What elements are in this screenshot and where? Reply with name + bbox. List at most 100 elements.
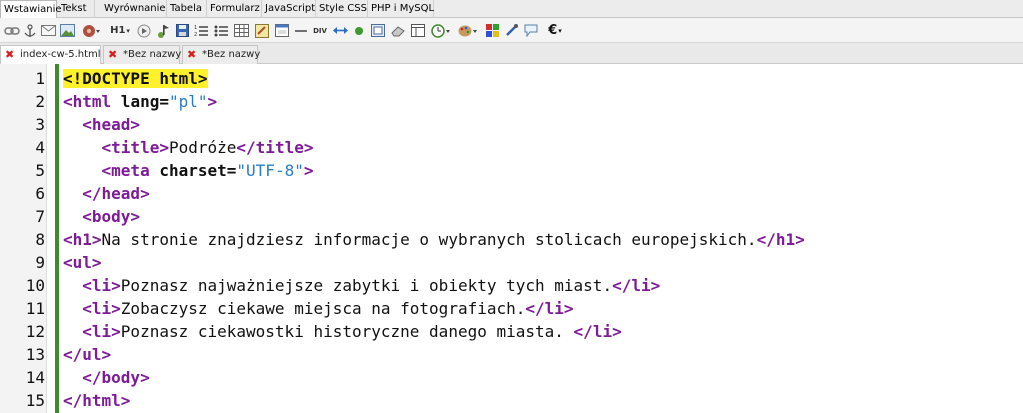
tag-token: </html> (63, 391, 131, 410)
save-icon[interactable] (175, 22, 189, 39)
tag-token: </body> (82, 368, 150, 387)
code-line-12: <li>Poznasz ciekawostki historyczne dane… (63, 320, 622, 343)
tag-token: <ul> (63, 253, 102, 272)
doctype-token: <!DOCTYPE html> (63, 69, 208, 88)
attribute-token: charset= (149, 161, 237, 180)
div-label: DIV (313, 26, 327, 35)
eraser-icon[interactable] (390, 22, 405, 39)
heading-button[interactable]: H1 ▾ (108, 22, 132, 39)
line-number: 13 (25, 345, 45, 364)
tab-wyrownanie[interactable]: Wyrównanie (101, 0, 167, 18)
arrows-icon[interactable] (332, 22, 348, 39)
frame-icon[interactable] (370, 22, 385, 39)
line-number: 6 (35, 184, 45, 203)
code-line-11: <li>Zobaczysz ciekawe miejsca na fotogra… (63, 297, 573, 320)
tag-token: > (207, 92, 218, 111)
svg-text:2: 2 (194, 32, 197, 37)
tab-formularz[interactable]: Formularz (207, 0, 262, 18)
tag-token: </title> (236, 138, 314, 157)
code-line-1: <!DOCTYPE html> (63, 67, 208, 90)
palette-icon[interactable] (457, 22, 479, 39)
svg-text:1: 1 (194, 25, 197, 31)
tab-wstawianie[interactable]: Wstawianie (0, 0, 62, 19)
code-line-4: <title>Podróże</title> (63, 136, 314, 159)
dialog-icon[interactable] (274, 22, 289, 39)
tag-token: </head> (82, 184, 150, 203)
tag-token: <h1> (63, 230, 102, 249)
eyedropper-icon[interactable] (504, 22, 518, 39)
line-number: 11 (25, 299, 45, 318)
close-icon[interactable]: ✖ (108, 46, 117, 64)
comment-icon[interactable] (523, 22, 538, 39)
green-dot-icon[interactable] (353, 22, 365, 39)
document-tab-label: *Bez nazwy (202, 49, 261, 60)
color-grid-icon[interactable] (485, 22, 499, 39)
euro-label: € (548, 23, 558, 38)
tab-tabela[interactable]: Tabela (167, 0, 207, 18)
window-icon[interactable] (410, 22, 425, 39)
tag-token: <li> (82, 322, 121, 341)
line-number: 10 (25, 276, 45, 295)
link-icon[interactable] (4, 22, 20, 39)
line-number: 12 (25, 322, 45, 341)
play-icon[interactable] (136, 22, 151, 39)
document-tab[interactable]: ✖ *Bez nazwy (103, 45, 181, 64)
line-number: 1 (35, 69, 45, 88)
document-tab-label: index-cw-5.html (20, 49, 101, 60)
document-tab-active[interactable]: ✖ index-cw-5.html (0, 45, 101, 64)
code-editor[interactable]: 1 2 3 4 5 6 7 8 9 10 11 12 13 14 15 <!DO… (0, 64, 1023, 413)
line-number: 14 (25, 368, 45, 387)
media-icon[interactable] (80, 22, 102, 39)
tag-token: <head> (82, 115, 141, 134)
tab-style-css[interactable]: Style CSS (316, 0, 368, 18)
ordered-list-icon[interactable]: 12 (193, 22, 208, 39)
email-icon[interactable] (40, 22, 56, 39)
tag-token: <meta (101, 161, 150, 180)
tab-tekst[interactable]: Tekst (58, 0, 95, 18)
document-tab[interactable]: ✖ *Bez nazwy (182, 45, 261, 64)
clock-icon[interactable] (430, 22, 452, 39)
unordered-list-icon[interactable] (213, 22, 228, 39)
euro-button[interactable]: € ▾ (543, 22, 567, 39)
music-icon[interactable] (156, 22, 170, 39)
code-line-15: </html> (63, 389, 130, 412)
horizontal-rule-icon[interactable] (294, 22, 307, 39)
heading-label: H1 (110, 25, 126, 36)
tab-php-mysql[interactable]: PHP i MySQL (368, 0, 434, 18)
document-tab-bar: ✖ index-cw-5.html ✖ *Bez nazwy ✖ *Bez na… (0, 43, 1023, 64)
text-token: Na stronie znajdziesz informacje o wybra… (101, 230, 757, 249)
tag-token: </h1> (756, 230, 805, 249)
attribute-token: lang= (111, 92, 169, 111)
code-line-14: </body> (63, 366, 150, 389)
tag-token: </li> (573, 322, 622, 341)
line-number: 3 (35, 115, 45, 134)
code-line-3: <head> (63, 113, 140, 136)
anchor-icon[interactable] (23, 22, 37, 39)
value-token: "UTF-8" (236, 161, 304, 180)
close-icon[interactable]: ✖ (5, 46, 14, 64)
tag-token: </ul> (63, 345, 112, 364)
code-line-13: </ul> (63, 343, 111, 366)
tag-token: <body> (82, 207, 141, 226)
value-token: "pl" (168, 92, 208, 111)
tag-token: <html (63, 92, 112, 111)
toolbar: H1 ▾ 12 DIV € ▾ (0, 18, 1023, 43)
line-number: 5 (35, 161, 45, 180)
line-number: 2 (35, 92, 45, 111)
close-icon[interactable]: ✖ (187, 46, 196, 64)
text-token: Poznasz najważniejsze zabytki i obiekty … (120, 276, 613, 295)
div-button[interactable]: DIV (312, 22, 328, 39)
tag-token: <title> (101, 138, 169, 157)
image-icon[interactable] (59, 22, 75, 39)
table-icon[interactable] (233, 22, 249, 39)
line-number: 7 (35, 207, 45, 226)
change-marker-bar (55, 64, 59, 413)
line-number: 4 (35, 138, 45, 157)
tab-javascript[interactable]: JavaScript (262, 0, 316, 18)
menu-tab-bar: Wstawianie Tekst Wyrównanie Tabela Formu… (0, 0, 1023, 19)
form-icon[interactable] (254, 22, 269, 39)
